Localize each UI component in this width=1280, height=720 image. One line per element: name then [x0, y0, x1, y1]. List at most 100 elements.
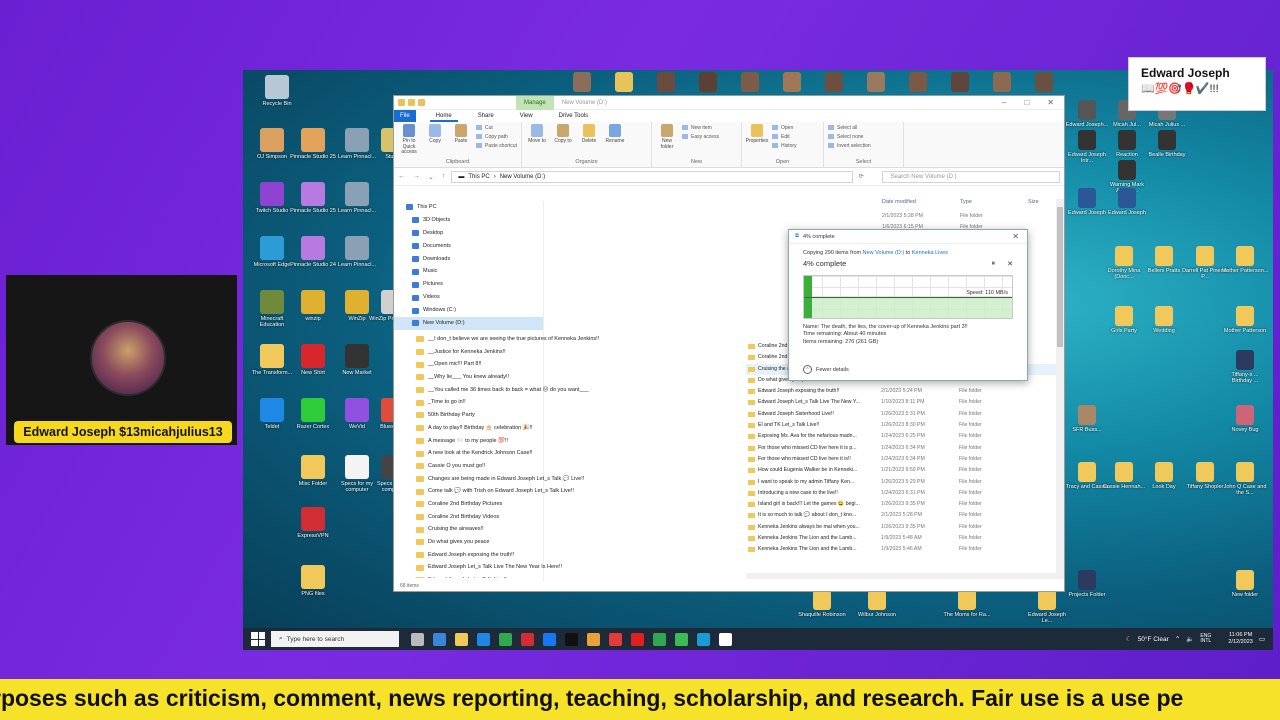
desktop-icon[interactable]: New Market [333, 344, 381, 376]
table-row[interactable]: It is so much to talk 💬 about I don_t kn… [746, 510, 1061, 521]
tree-item[interactable]: Do what gives you peace [404, 536, 724, 549]
nav-item-music[interactable]: Music [394, 265, 543, 278]
tree-item[interactable]: __I don_t believe we are seeing the true… [404, 333, 724, 346]
taskbar-search-input[interactable]: ⌕ Type here to search [271, 631, 399, 647]
taskbar-app-icon[interactable] [609, 632, 622, 646]
tab-share[interactable]: Share [472, 110, 500, 122]
taskbar-app-icon[interactable] [455, 632, 468, 646]
tree-item[interactable]: Cruising the airwaves!! [404, 523, 724, 536]
cancel-icon[interactable]: ✕ [1007, 260, 1013, 268]
open-button[interactable]: Open [772, 125, 797, 131]
address-bar[interactable]: ▬ This PC › New Volume (D:) [451, 170, 853, 183]
nav-item-downloads[interactable]: Downloads [394, 253, 543, 266]
desktop-icon[interactable]: Mother Patterson [1221, 306, 1269, 334]
table-row[interactable]: For those who missed CD live here it is!… [746, 454, 1061, 465]
tree-item[interactable]: __You called me 36 times back to back = … [404, 384, 724, 397]
desktop-icon[interactable]: Learn Pinnacl... [333, 236, 381, 268]
invert-selection-button[interactable]: Invert selection [828, 143, 871, 149]
copy-path-button[interactable]: Copy path [476, 134, 517, 140]
tree-item[interactable]: Edward Joseph Let_s Talk Live!! [404, 574, 724, 578]
desktop-icon[interactable]: Misc Folder [289, 455, 337, 487]
desktop-icon[interactable]: John Q Case and the S... [1221, 462, 1269, 496]
vertical-scrollbar[interactable] [1056, 199, 1064, 579]
delete-button[interactable]: Delete [578, 124, 600, 159]
column-date-modified[interactable]: Date modified [882, 199, 960, 211]
desktop-icon[interactable]: Razer Cortex [289, 398, 337, 430]
volume-icon[interactable]: 🔈 [1186, 635, 1194, 643]
weather-text[interactable]: 50°F Clear [1138, 636, 1169, 643]
table-row[interactable]: I want to speak to my admin Tiffany Ken.… [746, 477, 1061, 488]
tree-item[interactable]: Edward Joseph Let_s Talk Live The New Ye… [404, 561, 724, 574]
horizontal-scrollbar[interactable] [746, 573, 1056, 579]
up-icon[interactable]: ↑ [442, 173, 446, 181]
forward-icon[interactable]: → [413, 173, 420, 181]
tree-item[interactable]: A message 📨 to my people 💯!! [404, 435, 724, 448]
desktop-icon[interactable]: Wedding [1140, 306, 1188, 334]
taskbar-app-icon[interactable] [587, 632, 600, 646]
tree-item[interactable]: __Justice for Kenneka Jenkins!! [404, 346, 724, 359]
notifications-icon[interactable]: ▭ [1259, 635, 1265, 643]
taskbar-app-icon[interactable] [477, 632, 490, 646]
tree-item[interactable]: A new look at the Kendrick Johnson Case!… [404, 447, 724, 460]
source-link[interactable]: New Volume (D:) [863, 250, 905, 256]
desktop-icon[interactable]: New folder [1221, 570, 1269, 598]
table-row[interactable]: El and TK Let_s Talk Live!! 1/26/2023 8:3… [746, 420, 1061, 431]
tab-file[interactable]: File [394, 110, 416, 122]
recent-icon[interactable]: ⌄ [428, 173, 434, 181]
nav-item-videos[interactable]: Videos [394, 291, 543, 304]
nav-item-desktop[interactable]: Desktop [394, 227, 543, 240]
select-all-button[interactable]: Select all [828, 125, 871, 131]
paste-button[interactable]: Paste [450, 124, 472, 159]
taskbar-app-icon[interactable] [543, 632, 556, 646]
desktop-icon[interactable]: The Moms for Ra... [943, 590, 991, 618]
table-row[interactable]: Edward Joseph Sisterhood Live!! 1/26/2023… [746, 409, 1061, 420]
nav-item-this-pc[interactable]: This PC [394, 201, 543, 214]
table-row[interactable]: Exposing Ms. Ava for the nefarious madn.… [746, 431, 1061, 442]
table-row[interactable]: Edward Joseph Let_s Talk Live The New Y.… [746, 397, 1061, 408]
taskbar-app-icon[interactable] [697, 632, 710, 646]
desktop-icon[interactable]: Shaquille Robinson [798, 590, 846, 618]
back-icon[interactable]: ← [398, 173, 405, 181]
tree-item[interactable]: __Why lie___ You knew already!! [404, 371, 724, 384]
taskbar-app-icon[interactable] [499, 632, 512, 646]
close-icon[interactable]: ✕ [1047, 98, 1054, 107]
select-none-button[interactable]: Select none [828, 134, 871, 140]
tree-item[interactable]: Coraline 2nd Birthday Videos [404, 511, 724, 524]
clock[interactable]: 11:06 PM 2/12/2023 [1228, 632, 1252, 645]
nav-item-documents[interactable]: Documents [394, 240, 543, 253]
tray-chevron-icon[interactable]: ⌃ [1175, 635, 1180, 643]
nav-item-new-volume-d-[interactable]: New Volume (D:) [394, 317, 543, 330]
desktop-icon[interactable]: Pinnacle Studio 25 [289, 128, 337, 160]
pause-icon[interactable]: ⏸ [992, 260, 996, 268]
table-row[interactable]: Kenneka Jenkins always be mal when you..… [746, 522, 1061, 533]
refresh-icon[interactable]: ⟳ [859, 173, 864, 180]
pin-to-quick-access-button[interactable]: Pin to Quick access [398, 124, 420, 159]
cut-button[interactable]: Cut [476, 125, 517, 131]
table-row[interactable]: Introducing a new case to the live!! 1/24… [746, 488, 1061, 499]
desktop-icon[interactable]: Edward Joseph [1103, 188, 1151, 216]
desktop-icon[interactable]: New Shirt [289, 344, 337, 376]
breadcrumb-this-pc[interactable]: This PC [468, 174, 489, 180]
desktop-icon[interactable]: Wilbur Johnson [853, 590, 901, 618]
tab-manage[interactable]: Manage [516, 95, 554, 110]
new-item-button[interactable]: New item [682, 125, 719, 131]
desktop-icon[interactable]: SFR Buss... [1063, 405, 1111, 433]
desktop-icon[interactable]: Recycle Bin [253, 75, 301, 107]
desktop-icon[interactable]: Pinnacle Studio 24 [289, 236, 337, 268]
desktop-icon[interactable]: Projects Folder [1063, 570, 1111, 598]
desktop-icon[interactable]: PNG files [289, 565, 337, 597]
desktop-icon[interactable]: Bealle Birthday [1143, 130, 1191, 158]
column-size[interactable]: Size [1028, 199, 1039, 211]
copy-to-button[interactable]: Copy to [552, 124, 574, 159]
tree-item[interactable]: Changes are being made in Edward Joseph … [404, 473, 724, 486]
desktop-icon[interactable]: Pinnacle Studio 25 [289, 182, 337, 214]
minimize-icon[interactable]: – [1002, 98, 1006, 107]
fewer-details-button[interactable]: ⌃ Fewer details [803, 365, 849, 374]
tab-view[interactable]: View [514, 110, 539, 122]
tree-item[interactable]: __Open mic!!! Part 8!! [404, 358, 724, 371]
tree-item[interactable]: A day to play!! Birthday 🎂 celebration 🎉… [404, 422, 724, 435]
desktop-icon[interactable]: Mother Patterson... [1221, 246, 1269, 274]
tab-drive-tools[interactable]: Drive Tools [553, 110, 595, 122]
destination-link[interactable]: Kenneka Lives [912, 250, 948, 256]
maximize-icon[interactable]: □ [1024, 98, 1029, 107]
